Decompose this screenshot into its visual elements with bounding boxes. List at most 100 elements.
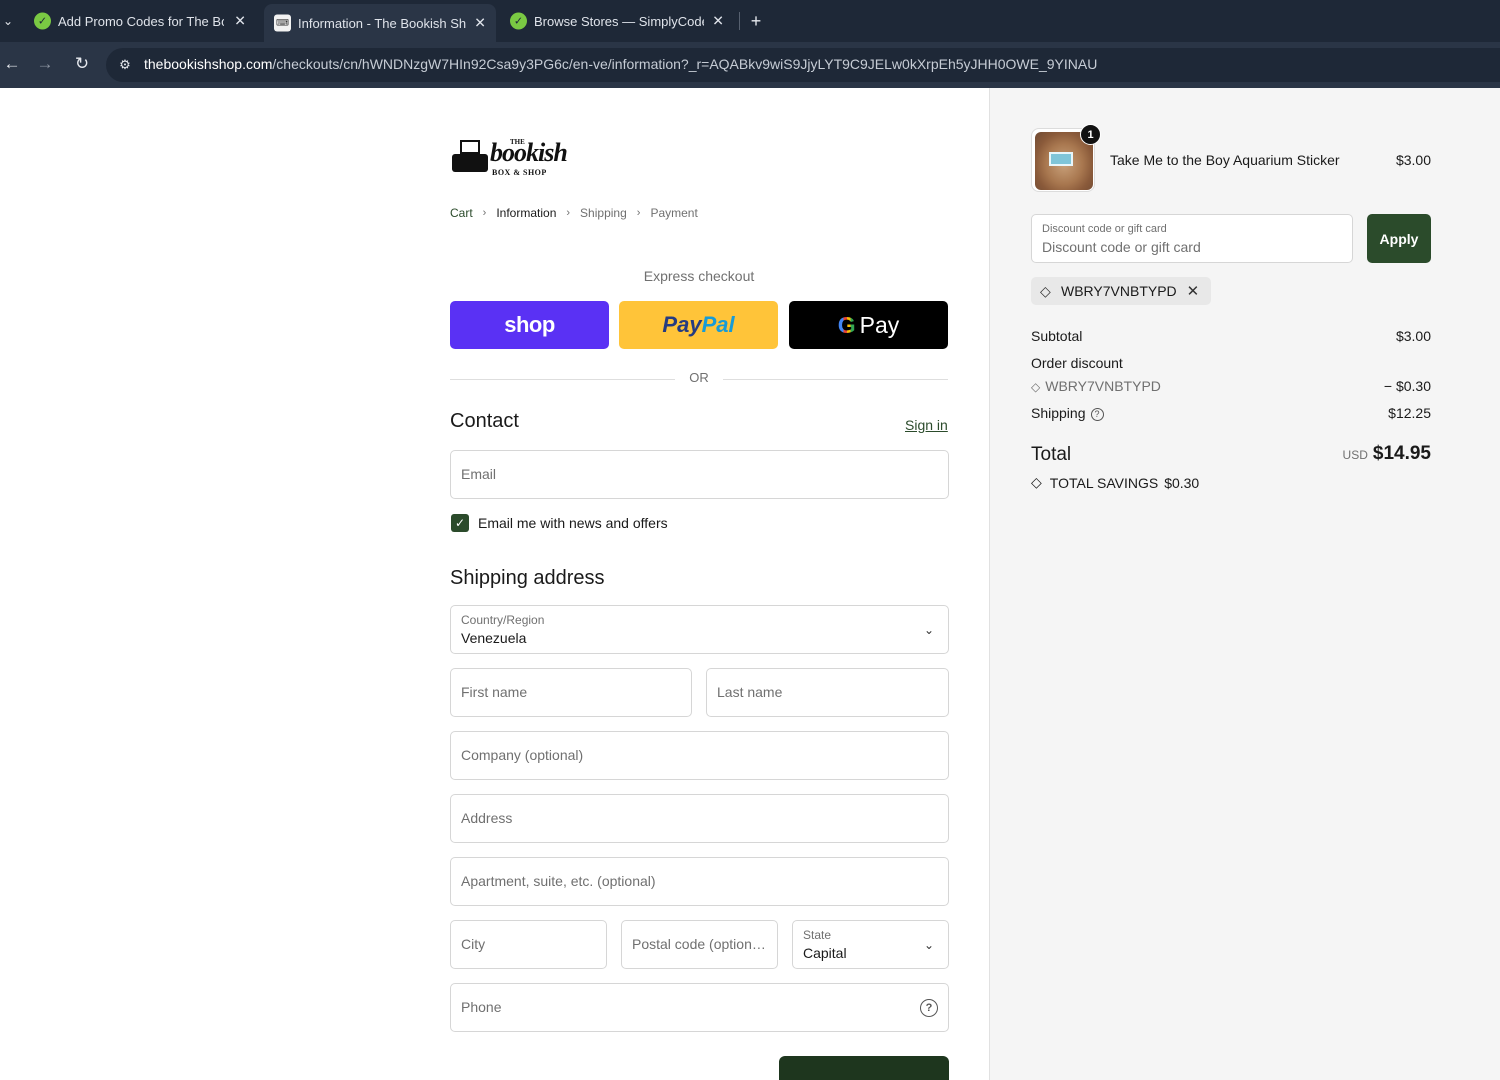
city-field[interactable]: City (450, 920, 607, 969)
email-placeholder: Email (461, 466, 497, 482)
tab-title: Add Promo Codes for The Book (58, 13, 224, 29)
back-arrow-icon[interactable]: ← (0, 52, 24, 76)
shipping-address-heading: Shipping address (450, 567, 605, 589)
subtotal-value: $3.00 (1395, 328, 1431, 344)
tab-title: Information - The Bookish Shop (298, 15, 466, 31)
tag-icon: ◇ (1040, 283, 1051, 299)
total-row: Total USD $14.95 (1031, 440, 1431, 470)
store-logo[interactable]: bookish THE BOX & SHOP (452, 136, 568, 180)
chevron-down-icon: ⌄ (923, 623, 934, 637)
logo-the-text: THE (510, 138, 525, 146)
postal-code-placeholder: Postal code (option… (632, 936, 766, 952)
sign-in-link[interactable]: Sign in (905, 417, 948, 433)
newsletter-label: Email me with news and offers (478, 515, 668, 531)
breadcrumb-payment: Payment (650, 206, 698, 220)
close-tab-icon[interactable]: ✕ (712, 13, 724, 30)
help-circle-icon[interactable]: ? (1090, 407, 1104, 421)
subtotal-row: Subtotal $3.00 (1031, 328, 1431, 348)
remove-discount-icon[interactable]: ✕ (1187, 282, 1200, 300)
phone-field[interactable]: Phone ? (450, 983, 949, 1032)
state-select[interactable]: State Capital ⌄ (792, 920, 949, 969)
contact-heading: Contact (450, 410, 519, 432)
breadcrumb-information: Information (496, 206, 557, 220)
or-divider: OR (450, 370, 948, 388)
order-discount-label: Order discount (1031, 355, 1123, 371)
state-label: State (803, 928, 832, 942)
forward-arrow-icon[interactable]: → (33, 52, 57, 76)
product-price: $3.00 (1395, 152, 1431, 168)
last-name-field[interactable]: Last name (706, 668, 949, 717)
site-settings-icon[interactable]: ⚙ (116, 56, 134, 74)
address-field[interactable]: Address (450, 794, 949, 843)
discount-field-label: Discount code or gift card (1042, 223, 1167, 235)
google-pay-button[interactable]: G Pay (789, 301, 948, 349)
discount-amount: − $0.30 (1383, 378, 1431, 394)
apartment-field[interactable]: Apartment, suite, etc. (optional) (450, 857, 949, 906)
shop-pay-button[interactable]: shop (450, 301, 609, 349)
last-name-placeholder: Last name (717, 684, 783, 700)
url-text: thebookishshop.com/checkouts/cn/hWNDNzgW… (144, 56, 1098, 72)
browser-tab-promo[interactable]: ✓ Add Promo Codes for The Book ✕ (24, 4, 256, 38)
browser-tab-simplycodes[interactable]: ✓ Browse Stores — SimplyCodes ✕ (500, 4, 734, 38)
state-value: Capital (803, 945, 847, 961)
discount-code-field[interactable]: Discount code or gift card Discount code… (1031, 214, 1353, 263)
applied-code-text: WBRY7VNBTYPD (1061, 283, 1177, 299)
total-label: Total (1031, 444, 1072, 465)
city-placeholder: City (461, 936, 486, 952)
help-circle-icon[interactable]: ? (920, 999, 938, 1017)
paypal-button[interactable]: Pay Pal (619, 301, 778, 349)
quantity-badge: 1 (1080, 124, 1101, 145)
tab-search-chevron-icon[interactable]: ⌄ (0, 8, 16, 34)
breadcrumb: Cart › Information › Shipping › Payment (450, 206, 698, 220)
order-summary: 1 Take Me to the Boy Aquarium Sticker $3… (989, 88, 1500, 1080)
apply-button[interactable]: Apply (1367, 214, 1431, 263)
country-region-select[interactable]: Country/Region Venezuela ⌄ (450, 605, 949, 654)
newsletter-checkbox[interactable]: ✓ (451, 514, 469, 532)
savings-value: $0.30 (1164, 474, 1200, 491)
close-tab-icon[interactable]: ✕ (234, 13, 246, 30)
logo-box-shop-text: BOX & SHOP (492, 168, 547, 177)
continue-to-shipping-button[interactable] (779, 1056, 949, 1080)
chevron-down-icon: ⌄ (923, 938, 934, 952)
company-field[interactable]: Company (optional) (450, 731, 949, 780)
breadcrumb-shipping: Shipping (580, 206, 627, 220)
breadcrumb-cart[interactable]: Cart (450, 206, 473, 220)
paypal-label-pay: Pay (662, 312, 702, 337)
chevron-right-icon: › (636, 207, 641, 219)
applied-discount-chip: ◇ WBRY7VNBTYPD ✕ (1031, 277, 1212, 305)
tag-icon: ◇ (1031, 380, 1041, 394)
total-value: $14.95 (1372, 443, 1431, 464)
newsletter-checkbox-row[interactable]: ✓ Email me with news and offers (451, 514, 668, 532)
email-field[interactable]: Email (450, 450, 949, 499)
apartment-placeholder: Apartment, suite, etc. (optional) (461, 873, 656, 889)
browser-tab-information[interactable]: ⌨ Information - The Bookish Shop ✕ (264, 4, 496, 42)
reload-icon[interactable]: ↻ (70, 52, 94, 76)
company-placeholder: Company (optional) (461, 747, 584, 763)
total-savings: ◇ TOTAL SAVINGS $0.30 (1031, 474, 1199, 491)
express-checkout-label: Express checkout (643, 268, 755, 284)
address-placeholder: Address (461, 810, 513, 826)
country-label: Country/Region (461, 613, 545, 627)
browser-toolbar: ← → ↻ ⚙ thebookishshop.com/checkouts/cn/… (0, 42, 1500, 88)
discount-code-text: WBRY7VNBTYPD (1045, 378, 1161, 394)
chevron-right-icon: › (482, 207, 487, 219)
first-name-placeholder: First name (461, 684, 528, 700)
first-name-field[interactable]: First name (450, 668, 692, 717)
address-bar[interactable]: ⚙ thebookishshop.com/checkouts/cn/hWNDNz… (106, 48, 1500, 82)
savings-tag-icon: ◇ (1031, 474, 1042, 490)
country-value: Venezuela (461, 630, 527, 646)
shipping-row: Shipping? $12.25 (1031, 405, 1431, 425)
or-text: OR (689, 370, 709, 385)
postal-code-field[interactable]: Postal code (option… (621, 920, 778, 969)
paypal-label-pal: Pal (701, 312, 735, 337)
close-tab-icon[interactable]: ✕ (474, 15, 486, 32)
discount-field-placeholder: Discount code or gift card (1042, 239, 1201, 255)
currency-code: USD (1342, 448, 1368, 462)
google-pay-label: Pay (859, 311, 900, 338)
discount-code-row: ◇ WBRY7VNBTYPD − $0.30 (1031, 378, 1431, 398)
new-tab-icon[interactable]: + (746, 8, 766, 34)
checkout-page: bookish THE BOX & SHOP Cart › Informatio… (0, 88, 1500, 1080)
tab-title: Browse Stores — SimplyCodes (534, 13, 704, 29)
typewriter-logo-icon (452, 140, 488, 174)
order-discount-row: Order discount (1031, 355, 1431, 375)
